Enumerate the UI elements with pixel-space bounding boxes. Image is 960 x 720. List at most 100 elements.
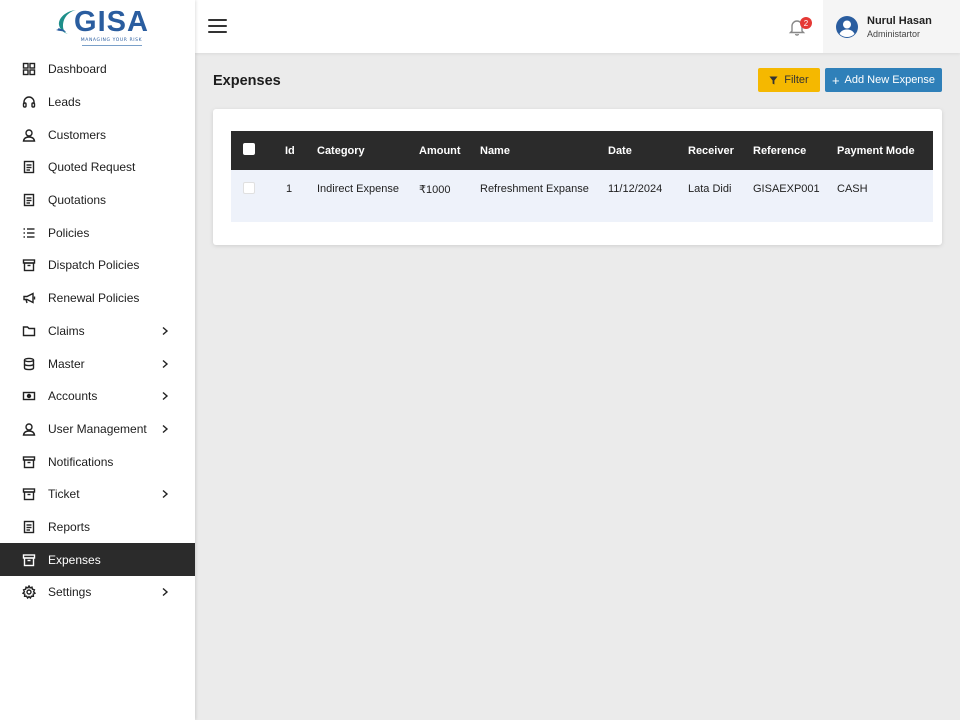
filter-label: Filter — [784, 74, 809, 86]
chevron-right-icon — [162, 424, 169, 433]
grid-icon — [22, 62, 36, 76]
row-select-cell — [231, 170, 273, 208]
cell-id: 1 — [273, 170, 317, 208]
document-icon — [22, 520, 36, 534]
column-header-reference[interactable]: Reference — [753, 131, 837, 170]
column-header-date[interactable]: Date — [608, 131, 688, 170]
sidebar-item-user-management[interactable]: User Management — [0, 413, 195, 446]
sidebar-item-settings[interactable]: Settings — [0, 576, 195, 609]
sidebar-item-label: Leads — [48, 95, 81, 110]
logo-row: GISA — [54, 5, 149, 38]
column-header-amount[interactable]: Amount — [419, 131, 480, 170]
filter-button[interactable]: Filter — [758, 68, 820, 92]
cash-icon — [22, 389, 36, 403]
user-icon — [22, 128, 36, 142]
sidebar-item-ticket[interactable]: Ticket — [0, 478, 195, 511]
sidebar-item-leads[interactable]: Leads — [0, 86, 195, 119]
sidebar-item-label: Dashboard — [48, 62, 107, 77]
folder-icon — [22, 324, 36, 338]
brand-logo[interactable]: GISA MANAGING YOUR RISK — [0, 0, 195, 53]
table-header: Id Category Amount Name Date Receiver Re… — [231, 131, 933, 170]
sidebar-item-label: Renewal Policies — [48, 291, 140, 306]
logo-tagline: MANAGING YOUR RISK — [80, 37, 143, 43]
column-header-payment-mode[interactable]: Payment Mode — [837, 131, 933, 170]
sidebar-item-notifications[interactable]: Notifications — [0, 445, 195, 478]
column-header-category[interactable]: Category — [317, 131, 419, 170]
table-row[interactable]: 1 Indirect Expense ₹1000 Refreshment Exp… — [231, 170, 933, 208]
archive-icon — [22, 487, 36, 501]
sidebar-item-label: Customers — [48, 127, 107, 142]
spacer-cell — [231, 208, 933, 222]
select-all-cell — [231, 131, 273, 170]
menu-toggle-icon[interactable] — [208, 19, 227, 35]
logo-underline — [81, 44, 142, 46]
sidebar-item-label: User Management — [48, 421, 147, 436]
sidebar-item-dispatch-policies[interactable]: Dispatch Policies — [0, 249, 195, 282]
logo-mark: GISA MANAGING YOUR RISK — [54, 5, 149, 46]
sidebar-item-policies[interactable]: Policies — [0, 216, 195, 249]
chevron-right-icon — [162, 490, 169, 499]
sidebar-item-label: Policies — [48, 225, 90, 240]
sidebar-item-label: Claims — [48, 323, 85, 338]
sidebar-item-label: Expenses — [48, 552, 101, 567]
sidebar-item-label: Master — [48, 356, 85, 371]
sidebar-item-reports[interactable]: Reports — [0, 511, 195, 544]
filter-icon — [769, 75, 778, 85]
sidebar-item-label: Settings — [48, 585, 92, 600]
sidebar-item-label: Accounts — [48, 389, 98, 404]
cell-date: 11/12/2024 — [608, 170, 688, 208]
sidebar-item-customers[interactable]: Customers — [0, 118, 195, 151]
document-icon — [22, 160, 36, 174]
column-header-receiver[interactable]: Receiver — [688, 131, 753, 170]
sidebar-item-quotations[interactable]: Quotations — [0, 184, 195, 217]
cell-reference: GISAEXP001 — [753, 170, 837, 208]
topbar: 2 Nurul Hasan Administartor — [195, 0, 960, 53]
sidebar-item-quoted-request[interactable]: Quoted Request — [0, 151, 195, 184]
row-checkbox[interactable] — [243, 181, 255, 194]
chevron-right-icon — [162, 392, 169, 401]
sidebar-item-dashboard[interactable]: Dashboard — [0, 53, 195, 86]
user-menu[interactable]: Nurul Hasan Administartor — [823, 0, 960, 53]
notification-badge: 2 — [800, 17, 812, 29]
sidebar-item-label: Quotations — [48, 193, 107, 208]
megaphone-icon — [22, 291, 36, 305]
add-expense-label: Add New Expense — [844, 74, 936, 86]
archive-icon — [22, 455, 36, 469]
headset-icon — [22, 95, 36, 109]
document-icon — [22, 193, 36, 207]
page-title: Expenses — [213, 73, 281, 89]
menu-bar — [208, 31, 227, 33]
sidebar: GISA MANAGING YOUR RISK Dashboard Leads … — [0, 0, 195, 720]
menu-bar — [208, 19, 227, 21]
chevron-right-icon — [162, 326, 169, 335]
user-role: Administartor — [867, 28, 921, 39]
archive-icon — [22, 258, 36, 272]
sidebar-item-renewal-policies[interactable]: Renewal Policies — [0, 282, 195, 315]
database-icon — [22, 357, 36, 371]
sidebar-nav: Dashboard Leads Customers Quoted Request… — [0, 53, 195, 609]
list-icon — [22, 226, 36, 240]
gear-icon — [22, 585, 36, 600]
avatar-icon — [836, 15, 858, 38]
chevron-right-icon — [162, 359, 169, 368]
archive-icon — [22, 553, 36, 567]
user-name: Nurul Hasan — [867, 14, 932, 27]
table-row-spacer — [231, 208, 933, 222]
sidebar-item-accounts[interactable]: Accounts — [0, 380, 195, 413]
cell-category: Indirect Expense — [317, 170, 419, 208]
sidebar-item-master[interactable]: Master — [0, 347, 195, 380]
cell-name: Refreshment Expanse — [480, 170, 608, 208]
select-all-checkbox[interactable] — [243, 143, 255, 155]
sidebar-item-label: Notifications — [48, 454, 114, 469]
sidebar-item-claims[interactable]: Claims — [0, 315, 195, 348]
column-header-id[interactable]: Id — [273, 131, 317, 170]
table-header-row: Id Category Amount Name Date Receiver Re… — [231, 131, 933, 170]
add-new-expense-button[interactable]: + Add New Expense — [825, 68, 942, 92]
user-icon — [22, 422, 36, 436]
plus-icon: + — [831, 72, 840, 88]
column-header-name[interactable]: Name — [480, 131, 608, 170]
sidebar-item-expenses[interactable]: Expenses — [0, 543, 195, 576]
cell-receiver: Lata Didi — [688, 170, 753, 208]
sidebar-item-label: Ticket — [48, 487, 80, 502]
logo-text: GISA — [74, 5, 149, 38]
